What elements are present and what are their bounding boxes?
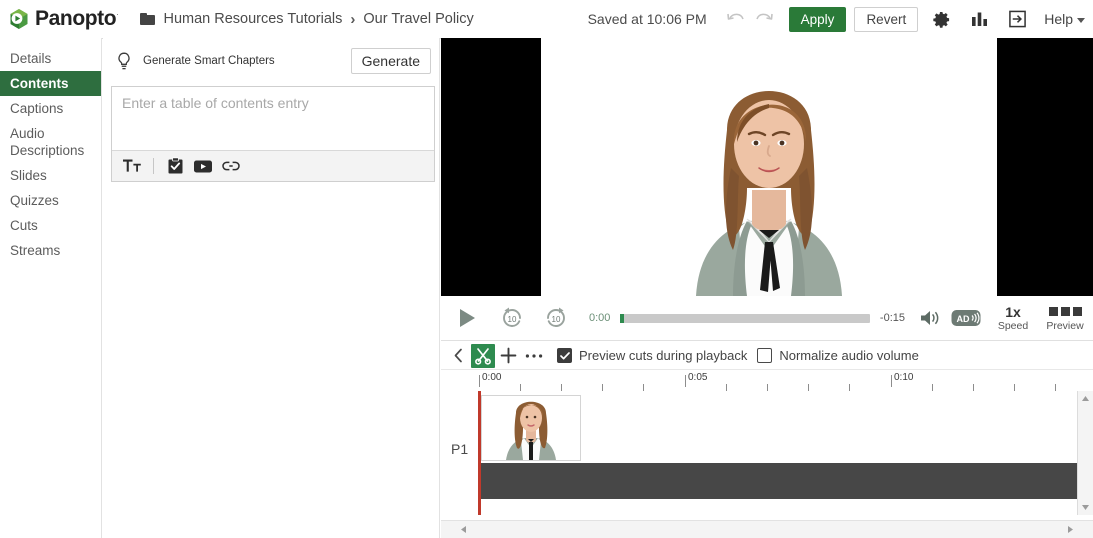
scroll-up-arrow-icon[interactable] bbox=[1078, 391, 1093, 406]
timeline-ruler[interactable]: 0:00 0:05 0:10 bbox=[441, 370, 1077, 392]
clipboard-check-icon[interactable] bbox=[163, 155, 187, 177]
video-preview[interactable] bbox=[441, 38, 1093, 296]
normalize-audio-label: Normalize audio volume bbox=[779, 348, 918, 363]
help-menu[interactable]: Help bbox=[1044, 11, 1085, 27]
scroll-right-arrow-icon[interactable] bbox=[1062, 521, 1079, 538]
panopto-editor: Panopto· Human Resources Tutorials › Our… bbox=[0, 0, 1093, 538]
sidebar-item-captions[interactable]: Captions bbox=[0, 96, 101, 121]
editor-sidebar: Details Contents Captions Audio Descript… bbox=[0, 38, 102, 538]
breadcrumb-current-item: Our Travel Policy bbox=[363, 11, 473, 27]
sidebar-item-contents[interactable]: Contents bbox=[0, 71, 101, 96]
breadcrumb-separator-icon: › bbox=[350, 11, 355, 28]
help-label: Help bbox=[1044, 11, 1073, 27]
sidebar-item-details[interactable]: Details bbox=[0, 46, 101, 71]
svg-text:10: 10 bbox=[508, 315, 517, 324]
pillarbox-left bbox=[441, 38, 541, 296]
timeline-vertical-scrollbar[interactable] bbox=[1077, 391, 1093, 515]
video-icon[interactable] bbox=[191, 155, 215, 177]
normalize-audio-checkbox[interactable]: Normalize audio volume bbox=[757, 348, 918, 363]
sidebar-item-cuts[interactable]: Cuts bbox=[0, 213, 101, 238]
scissors-icon[interactable] bbox=[471, 344, 495, 368]
speed-label: Speed bbox=[998, 320, 1028, 333]
apply-button[interactable]: Apply bbox=[789, 7, 847, 32]
volume-icon[interactable] bbox=[915, 303, 945, 333]
checkbox-unchecked-icon bbox=[757, 348, 772, 363]
bar-chart-icon[interactable] bbox=[964, 5, 994, 33]
toc-entry-input[interactable]: Enter a table of contents entry bbox=[112, 87, 434, 150]
preview-layout-button[interactable]: Preview bbox=[1043, 304, 1087, 333]
more-options-icon[interactable] bbox=[521, 344, 547, 368]
contents-panel: Generate Smart Chapters Generate Enter a… bbox=[103, 38, 440, 538]
player-controls: 10 10 0:00 -0:15 A bbox=[441, 296, 1093, 341]
svg-text:10: 10 bbox=[552, 315, 561, 324]
video-frame bbox=[541, 38, 997, 296]
sidebar-item-audio-descriptions[interactable]: Audio Descriptions bbox=[0, 121, 101, 163]
scroll-left-arrow-icon[interactable] bbox=[455, 521, 472, 538]
video-person-figure bbox=[541, 38, 997, 296]
remaining-time-label: -0:15 bbox=[880, 312, 905, 324]
lightbulb-icon bbox=[115, 51, 133, 71]
chevron-down-icon bbox=[1077, 18, 1085, 23]
panopto-logo-icon bbox=[8, 8, 30, 30]
forward-10-icon[interactable]: 10 bbox=[537, 301, 575, 335]
timeline: 0:00 0:05 0:10 P1 bbox=[441, 370, 1093, 538]
saved-status: Saved at 10:06 PM bbox=[588, 11, 707, 27]
playhead[interactable] bbox=[478, 391, 481, 515]
timeline-toolbar: Preview cuts during playback Normalize a… bbox=[441, 342, 1093, 370]
current-time-label: 0:00 bbox=[589, 312, 610, 324]
preview-label: Preview bbox=[1046, 320, 1083, 333]
redo-icon[interactable] bbox=[751, 6, 777, 32]
revert-button[interactable]: Revert bbox=[854, 7, 918, 32]
pillarbox-right bbox=[997, 38, 1093, 296]
preview-cuts-label: Preview cuts during playback bbox=[579, 348, 747, 363]
generate-button[interactable]: Generate bbox=[351, 48, 431, 74]
preview-layout-icon bbox=[1049, 304, 1082, 320]
toc-editor-toolbar bbox=[112, 150, 434, 181]
toolbar-divider bbox=[153, 158, 154, 174]
svg-text:AD: AD bbox=[957, 314, 970, 324]
undo-icon[interactable] bbox=[723, 6, 749, 32]
progress-played bbox=[620, 314, 624, 323]
progress-slider[interactable] bbox=[620, 314, 870, 323]
app-header: Panopto· Human Resources Tutorials › Our… bbox=[0, 0, 1093, 39]
rewind-10-icon[interactable]: 10 bbox=[493, 301, 531, 335]
logo-wordmark: Panopto bbox=[35, 7, 116, 30]
smart-chapters-row: Generate Smart Chapters Generate bbox=[103, 38, 439, 80]
audio-track-waveform[interactable] bbox=[481, 463, 1077, 499]
header-actions: Saved at 10:06 PM Apply Revert bbox=[588, 5, 1093, 33]
logo-trademark: · bbox=[116, 10, 118, 19]
panopto-logo[interactable]: Panopto· bbox=[8, 7, 118, 31]
breadcrumb: Human Resources Tutorials › Our Travel P… bbox=[140, 11, 473, 28]
sidebar-item-streams[interactable]: Streams bbox=[0, 238, 101, 263]
audio-description-icon[interactable]: AD bbox=[949, 303, 983, 333]
folder-icon bbox=[140, 13, 155, 25]
plus-icon[interactable] bbox=[495, 344, 521, 368]
ruler-label-2: 0:10 bbox=[894, 372, 913, 383]
track-label-p1: P1 bbox=[451, 441, 468, 457]
gear-icon[interactable] bbox=[926, 5, 956, 33]
chevron-left-icon[interactable] bbox=[447, 344, 469, 368]
breadcrumb-folder-link[interactable]: Human Resources Tutorials bbox=[163, 11, 342, 27]
scroll-down-arrow-icon[interactable] bbox=[1078, 500, 1093, 515]
checkbox-checked-icon bbox=[557, 348, 572, 363]
link-icon[interactable] bbox=[219, 155, 243, 177]
video-track-thumbnail[interactable] bbox=[481, 395, 581, 461]
play-icon[interactable] bbox=[447, 301, 487, 335]
logo-text: Panopto· bbox=[35, 7, 118, 31]
speed-value: 1x bbox=[1005, 304, 1021, 320]
timeline-tracks[interactable]: P1 bbox=[441, 391, 1078, 515]
text-format-icon[interactable] bbox=[120, 155, 144, 177]
sidebar-item-quizzes[interactable]: Quizzes bbox=[0, 188, 101, 213]
preview-cuts-checkbox[interactable]: Preview cuts during playback bbox=[557, 348, 747, 363]
timeline-horizontal-scrollbar[interactable] bbox=[441, 520, 1093, 538]
smart-chapters-label: Generate Smart Chapters bbox=[143, 55, 275, 67]
ruler-label-0: 0:00 bbox=[482, 372, 501, 383]
export-arrow-icon[interactable] bbox=[1002, 5, 1032, 33]
ruler-label-1: 0:05 bbox=[688, 372, 707, 383]
toc-editor: Enter a table of contents entry bbox=[111, 86, 435, 182]
playback-speed-button[interactable]: 1x Speed bbox=[991, 304, 1035, 333]
sidebar-item-slides[interactable]: Slides bbox=[0, 163, 101, 188]
